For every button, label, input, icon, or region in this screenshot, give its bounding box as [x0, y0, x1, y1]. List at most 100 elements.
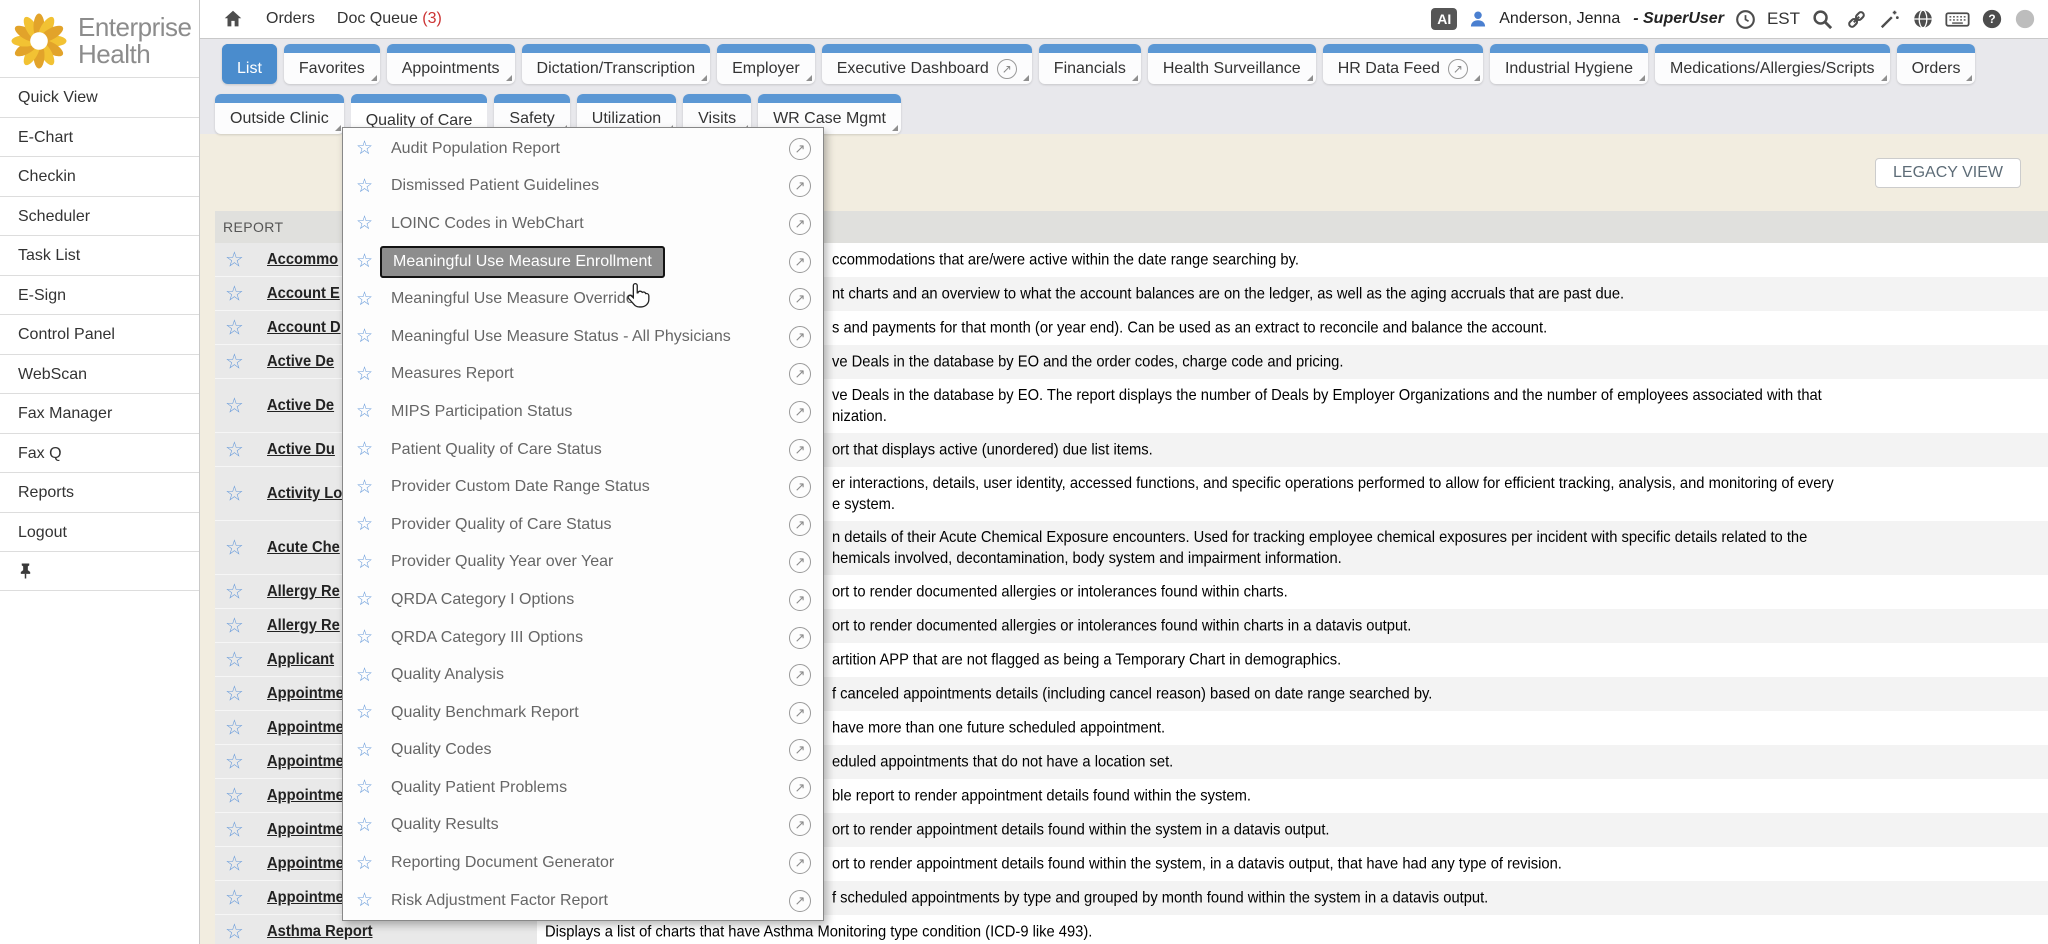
wand-icon[interactable] — [1879, 8, 1901, 30]
open-in-new-icon[interactable]: ↗ — [789, 627, 811, 649]
open-in-new-icon[interactable]: ↗ — [789, 138, 811, 160]
menu-item-quality-patient-problems[interactable]: ☆Quality Patient Problems↗ — [343, 769, 823, 807]
tab-financials[interactable]: Financials — [1039, 44, 1141, 84]
favorite-star-icon[interactable]: ☆ — [225, 886, 244, 911]
menu-item-meaningful-use-measure-enrollment[interactable]: ☆Meaningful Use Measure Enrollment↗ — [343, 243, 823, 281]
favorite-star-icon[interactable]: ☆ — [356, 212, 378, 235]
external-link-icon[interactable]: ↗ — [1448, 59, 1468, 79]
favorite-star-icon[interactable]: ☆ — [225, 536, 244, 561]
open-in-new-icon[interactable]: ↗ — [789, 664, 811, 686]
open-in-new-icon[interactable]: ↗ — [789, 777, 811, 799]
tab-medications-allergies-scripts[interactable]: Medications/Allergies/Scripts — [1655, 44, 1890, 84]
sidebar-item-e-chart[interactable]: E-Chart — [0, 117, 199, 157]
favorite-star-icon[interactable]: ☆ — [225, 614, 244, 639]
open-in-new-icon[interactable]: ↗ — [789, 363, 811, 385]
report-link[interactable]: Appointme — [267, 889, 344, 907]
tab-health-surveillance[interactable]: Health Surveillance — [1148, 44, 1316, 84]
menu-item-quality-codes[interactable]: ☆Quality Codes↗ — [343, 732, 823, 770]
keyboard-icon[interactable] — [1945, 9, 1970, 30]
favorite-star-icon[interactable]: ☆ — [225, 852, 244, 877]
help-icon[interactable]: ? — [1981, 8, 2003, 30]
report-link[interactable]: Account E — [267, 285, 340, 303]
favorite-star-icon[interactable]: ☆ — [225, 716, 244, 741]
menu-item-meaningful-use-measure-override[interactable]: ☆Meaningful Use Measure Override↗ — [343, 280, 823, 318]
favorite-star-icon[interactable]: ☆ — [225, 648, 244, 673]
favorite-star-icon[interactable]: ☆ — [356, 889, 378, 912]
menu-item-quality-analysis[interactable]: ☆Quality Analysis↗ — [343, 656, 823, 694]
pushpin-icon[interactable] — [0, 551, 199, 591]
favorite-star-icon[interactable]: ☆ — [356, 250, 378, 273]
open-in-new-icon[interactable]: ↗ — [789, 476, 811, 498]
open-in-new-icon[interactable]: ↗ — [789, 213, 811, 235]
menu-item-mips-participation-status[interactable]: ☆MIPS Participation Status↗ — [343, 393, 823, 431]
menu-item-provider-quality-year-over-year[interactable]: ☆Provider Quality Year over Year↗ — [343, 544, 823, 582]
report-link[interactable]: Accommo — [267, 251, 338, 269]
favorite-star-icon[interactable]: ☆ — [356, 175, 378, 198]
sidebar-item-quick-view[interactable]: Quick View — [0, 77, 199, 117]
report-link[interactable]: Allergy Re — [267, 583, 340, 601]
external-link-icon[interactable]: ↗ — [997, 59, 1017, 79]
menu-item-provider-quality-of-care-status[interactable]: ☆Provider Quality of Care Status↗ — [343, 506, 823, 544]
tab-outside-clinic[interactable]: Outside Clinic — [215, 94, 344, 134]
topbar-link-orders[interactable]: Orders — [266, 10, 315, 28]
report-link[interactable]: Activity Lo — [267, 485, 342, 503]
menu-item-dismissed-patient-guidelines[interactable]: ☆Dismissed Patient Guidelines↗ — [343, 168, 823, 206]
open-in-new-icon[interactable]: ↗ — [789, 251, 811, 273]
open-in-new-icon[interactable]: ↗ — [789, 514, 811, 536]
favorite-star-icon[interactable]: ☆ — [356, 137, 378, 160]
tab-dictation-transcription[interactable]: Dictation/Transcription — [522, 44, 711, 84]
open-in-new-icon[interactable]: ↗ — [789, 326, 811, 348]
report-link[interactable]: Allergy Re — [267, 617, 340, 635]
favorite-star-icon[interactable]: ☆ — [225, 482, 244, 507]
open-in-new-icon[interactable]: ↗ — [789, 589, 811, 611]
sidebar-item-checkin[interactable]: Checkin — [0, 156, 199, 196]
report-link[interactable]: Appointme — [267, 855, 344, 873]
sidebar-item-webscan[interactable]: WebScan — [0, 354, 199, 394]
open-in-new-icon[interactable]: ↗ — [789, 439, 811, 461]
favorite-star-icon[interactable]: ☆ — [356, 513, 378, 536]
report-link[interactable]: Active Du — [267, 441, 335, 459]
tab-appointments[interactable]: Appointments — [387, 44, 515, 84]
user-name[interactable]: Anderson, Jenna — [1499, 10, 1620, 28]
favorite-star-icon[interactable]: ☆ — [356, 626, 378, 649]
open-in-new-icon[interactable]: ↗ — [789, 551, 811, 573]
menu-item-measures-report[interactable]: ☆Measures Report↗ — [343, 356, 823, 394]
sidebar-item-scheduler[interactable]: Scheduler — [0, 196, 199, 236]
sidebar-item-control-panel[interactable]: Control Panel — [0, 314, 199, 354]
open-in-new-icon[interactable]: ↗ — [789, 288, 811, 310]
open-in-new-icon[interactable]: ↗ — [789, 175, 811, 197]
favorite-star-icon[interactable]: ☆ — [356, 588, 378, 611]
menu-item-quality-results[interactable]: ☆Quality Results↗ — [343, 807, 823, 845]
tab-list[interactable]: List — [222, 44, 277, 84]
favorite-star-icon[interactable]: ☆ — [356, 739, 378, 762]
menu-item-quality-benchmark-report[interactable]: ☆Quality Benchmark Report↗ — [343, 694, 823, 732]
tab-orders[interactable]: Orders — [1897, 44, 1976, 84]
favorite-star-icon[interactable]: ☆ — [225, 350, 244, 375]
favorite-star-icon[interactable]: ☆ — [356, 288, 378, 311]
report-link[interactable]: Active De — [267, 353, 334, 371]
open-in-new-icon[interactable]: ↗ — [789, 814, 811, 836]
report-link[interactable]: Appointme — [267, 787, 344, 805]
sidebar-item-reports[interactable]: Reports — [0, 472, 199, 512]
favorite-star-icon[interactable]: ☆ — [356, 814, 378, 837]
report-link[interactable]: Appointme — [267, 685, 344, 703]
favorite-star-icon[interactable]: ☆ — [225, 316, 244, 341]
avatar-circle[interactable] — [2014, 8, 2036, 30]
favorite-star-icon[interactable]: ☆ — [356, 701, 378, 724]
favorite-star-icon[interactable]: ☆ — [225, 818, 244, 843]
open-in-new-icon[interactable]: ↗ — [789, 401, 811, 423]
favorite-star-icon[interactable]: ☆ — [225, 784, 244, 809]
sidebar-item-e-sign[interactable]: E-Sign — [0, 275, 199, 315]
favorite-star-icon[interactable]: ☆ — [225, 580, 244, 605]
favorite-star-icon[interactable]: ☆ — [356, 776, 378, 799]
report-link[interactable]: Acute Che — [267, 539, 340, 557]
report-link[interactable]: Account D — [267, 319, 341, 337]
report-link[interactable]: Appointme — [267, 719, 344, 737]
tab-hr-data-feed[interactable]: HR Data Feed↗ — [1323, 44, 1483, 84]
menu-item-audit-population-report[interactable]: ☆Audit Population Report↗ — [343, 130, 823, 168]
report-link[interactable]: Applicant — [267, 651, 334, 669]
menu-item-qrda-category-iii-options[interactable]: ☆QRDA Category III Options↗ — [343, 619, 823, 657]
report-link[interactable]: Active De — [267, 397, 334, 415]
home-icon[interactable] — [222, 8, 244, 30]
favorite-star-icon[interactable]: ☆ — [225, 394, 244, 419]
